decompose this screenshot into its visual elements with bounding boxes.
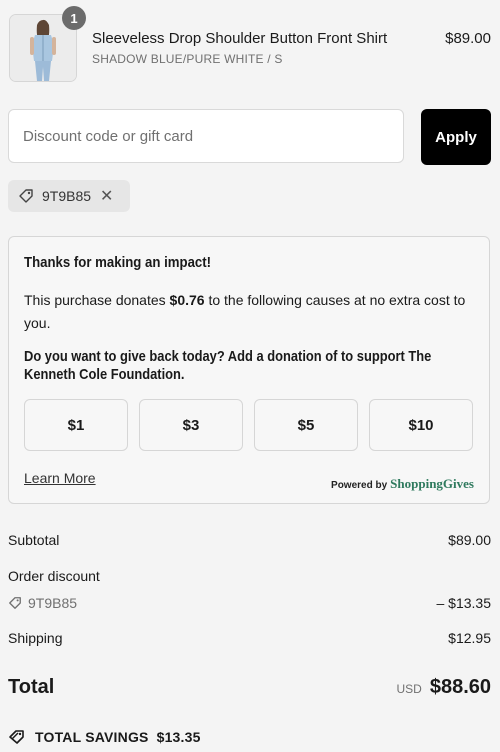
order-discount-code: 9T9B85: [8, 595, 77, 611]
total-amount: USD $88.60: [396, 676, 491, 699]
donation-message: This purchase donates $0.76 to the follo…: [24, 292, 466, 331]
close-icon[interactable]: ✕: [100, 186, 113, 206]
shipping-value: $12.95: [448, 630, 491, 646]
donation-title: Thanks for making an impact!: [24, 254, 212, 271]
learn-more-link[interactable]: Learn More: [24, 470, 96, 486]
shoppinggives-logo: ShoppingGives: [390, 476, 474, 491]
total-value: $88.60: [429, 676, 491, 698]
donation-question: Do you want to give back today? Add a do…: [24, 348, 432, 383]
tag-icon: [19, 189, 33, 203]
applied-discount-chip: 9T9B85 ✕: [8, 180, 130, 212]
donation-options: $1 $3 $5 $10: [24, 399, 476, 453]
line-item: 1 Sleeveless Drop Shoulder Button Front …: [9, 6, 491, 82]
donate-option-button[interactable]: $3: [139, 399, 243, 451]
order-discount-label: Order discount: [8, 568, 100, 584]
apply-button[interactable]: Apply: [421, 109, 491, 165]
powered-by: Powered by ShoppingGives: [331, 476, 474, 491]
tag-icon: [9, 597, 21, 609]
total-savings: TOTAL SAVINGS $13.35: [8, 728, 201, 746]
product-variant: SHADOW BLUE/PURE WHITE / S: [92, 52, 283, 66]
currency-code: USD: [396, 682, 422, 696]
donation-card: Thanks for making an impact! This purcha…: [8, 236, 490, 504]
total-savings-value: $13.35: [156, 729, 201, 745]
total-label: Total: [8, 676, 55, 698]
subtotal-label: Subtotal: [8, 532, 60, 548]
product-name: Sleeveless Drop Shoulder Button Front Sh…: [92, 30, 388, 47]
donate-option-button[interactable]: $5: [254, 399, 358, 451]
applied-code: 9T9B85: [42, 188, 92, 204]
shipping-label: Shipping: [8, 630, 63, 646]
savings-tag-icon: [9, 730, 24, 744]
product-price: $89.00: [445, 30, 491, 47]
subtotal-value: $89.00: [448, 532, 491, 548]
donate-option-button[interactable]: $1: [24, 399, 128, 451]
order-discount-value: – $13.35: [436, 595, 492, 611]
total-savings-label: TOTAL SAVINGS: [35, 729, 149, 745]
donate-option-button[interactable]: $10: [369, 399, 473, 451]
quantity-badge: 1: [62, 6, 86, 30]
discount-code-input[interactable]: [8, 109, 404, 163]
donation-amount: $0.76: [169, 292, 205, 308]
